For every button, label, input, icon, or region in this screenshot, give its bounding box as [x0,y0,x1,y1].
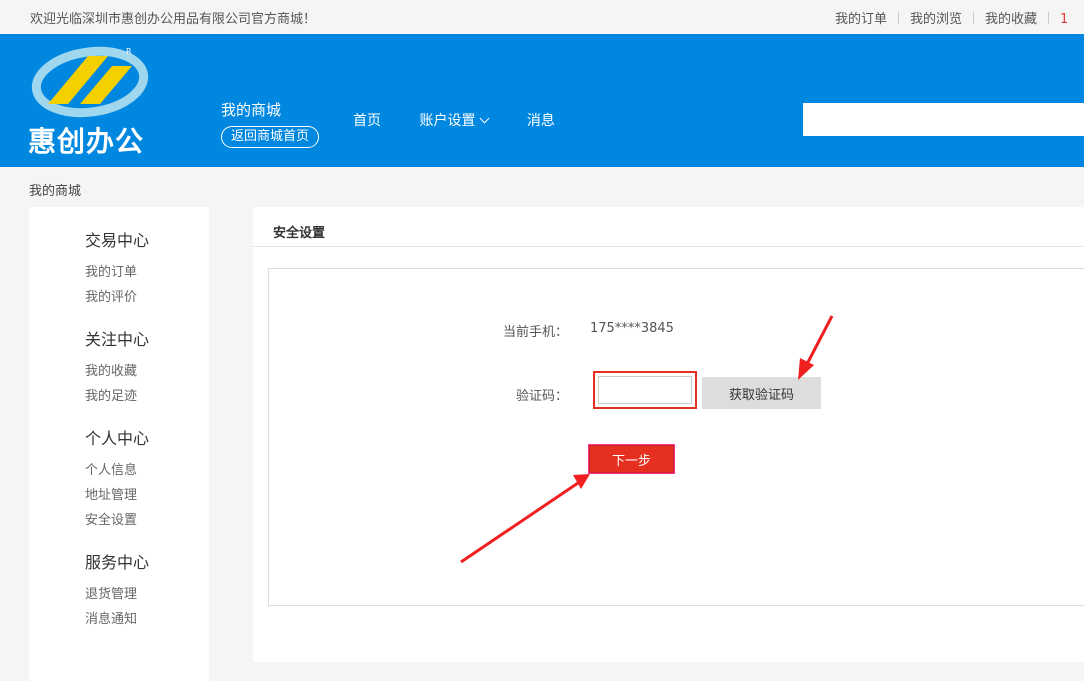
main-nav: 首页 账户设置 消息 [353,110,589,130]
my-mall-title: 我的商城 [221,101,282,119]
verification-code-input[interactable] [598,376,692,404]
sidebar-group-trade: 交易中心 [85,231,150,250]
site-header: R 惠创办公 我的商城 返回商城首页 首页 账户设置 消息 [0,34,1084,167]
sidebar-group-follow: 关注中心 [85,330,150,349]
sidebar-group-service: 服务中心 [85,553,150,572]
get-code-button[interactable]: 获取验证码 [702,377,821,409]
sidebar-group-personal: 个人中心 [85,429,150,448]
sidebar-item-my-reviews[interactable]: 我的评价 [85,286,137,305]
sidebar-item-my-favorites[interactable]: 我的收藏 [85,360,137,379]
code-label: 验证码： [515,389,568,404]
sidebar-item-notifications[interactable]: 消息通知 [85,608,137,627]
top-link-my-favorites[interactable]: 我的收藏 [974,8,1048,27]
verify-form: 当前手机： 175****3845 验证码： 获取验证码 下一步 [268,268,1084,606]
top-link-my-history[interactable]: 我的浏览 [899,8,973,27]
sidebar-item-returns[interactable]: 退货管理 [85,583,137,602]
nav-account-label: 账户设置 [419,113,476,129]
back-to-mall-button[interactable]: 返回商城首页 [221,126,320,148]
page-title: 安全设置 [273,226,326,241]
sidebar-item-address[interactable]: 地址管理 [85,484,137,503]
top-link-truncated[interactable]: 1 [1049,12,1068,27]
divider [253,246,1084,247]
top-link-my-orders[interactable]: 我的订单 [824,8,898,27]
chevron-down-icon [480,113,490,124]
breadcrumb: 我的商城 [29,184,82,199]
sidebar-item-security[interactable]: 安全设置 [85,509,137,528]
top-links: 我的订单 我的浏览 我的收藏 1 [824,8,1068,27]
phone-value: 175****3845 [590,321,674,336]
top-bar: 欢迎光临深圳市惠创办公用品有限公司官方商城！ 我的订单 我的浏览 我的收藏 1 [0,0,1084,34]
phone-label: 当前手机： [502,325,568,340]
search-input[interactable] [803,103,1084,136]
sidebar-item-personal-info[interactable]: 个人信息 [85,459,137,478]
sidebar-item-my-orders[interactable]: 我的订单 [85,261,137,280]
site-logo[interactable]: R 惠创办公 [28,42,158,160]
sidebar-item-my-footprints[interactable]: 我的足迹 [85,385,137,404]
sidebar: 交易中心 我的订单 我的评价 关注中心 我的收藏 我的足迹 个人中心 个人信息 … [29,207,209,681]
nav-messages[interactable]: 消息 [527,110,555,130]
code-input-highlight [593,371,697,409]
welcome-text: 欢迎光临深圳市惠创办公用品有限公司官方商城！ [30,12,317,27]
security-settings-panel: 安全设置 当前手机： 175****3845 验证码： 获取验证码 下一步 [253,207,1084,662]
logo-text: 惠创办公 [28,125,145,158]
next-step-button[interactable]: 下一步 [588,444,675,474]
registered-mark: R [126,47,132,56]
nav-home[interactable]: 首页 [353,110,381,130]
logo-swoosh-icon: R [31,46,149,118]
nav-account-settings[interactable]: 账户设置 [419,110,490,130]
